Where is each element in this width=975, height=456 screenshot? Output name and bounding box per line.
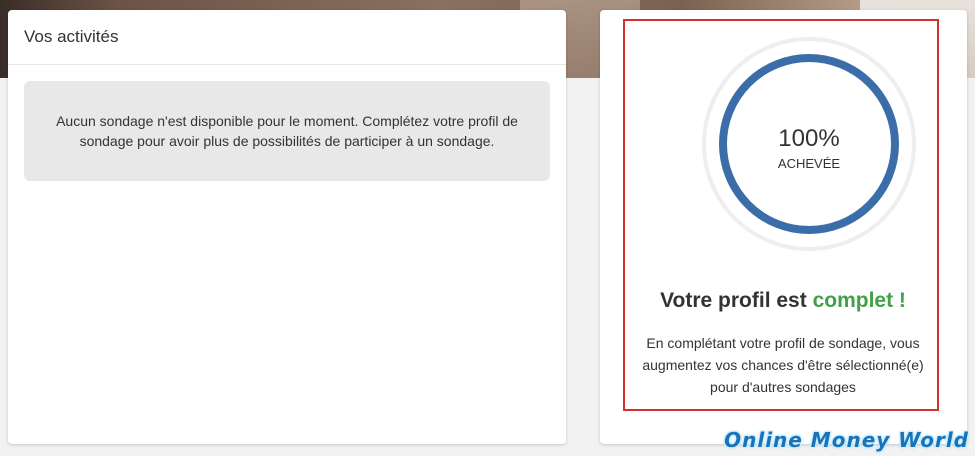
profile-completion-card: 100% ACHEVÉE Votre profil est complet ! …: [600, 10, 967, 444]
profile-status-complete: complet !: [812, 289, 906, 312]
highlight-frame: 100% ACHEVÉE Votre profil est complet ! …: [623, 19, 939, 411]
progress-caption: ACHEVÉE: [777, 156, 841, 171]
no-survey-text: Aucun sondage n'est disponible pour le m…: [56, 113, 518, 149]
profile-status-title: Votre profil est complet !: [625, 289, 941, 313]
progress-percent: 100%: [778, 125, 840, 152]
no-survey-message: Aucun sondage n'est disponible pour le m…: [24, 81, 550, 181]
profile-description: En complétant votre profil de sondage, v…: [642, 335, 924, 395]
watermark-logo: Online Money World: [724, 428, 969, 452]
profile-progress-gauge: 100% ACHEVÉE: [701, 36, 917, 252]
activities-card-title: Vos activités: [8, 10, 566, 65]
activities-card: Vos activités Aucun sondage n'est dispon…: [8, 10, 566, 444]
profile-status-prefix: Votre profil est: [660, 289, 807, 312]
